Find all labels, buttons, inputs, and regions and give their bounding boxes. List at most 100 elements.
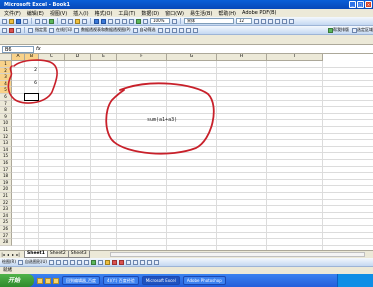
picture-icon[interactable] — [97, 259, 103, 265]
3d-icon[interactable] — [153, 259, 159, 265]
save-icon[interactable] — [16, 18, 21, 24]
menu-insert[interactable]: 插入(I) — [73, 10, 88, 17]
pdf-mail-icon[interactable] — [16, 27, 21, 33]
select-area-button[interactable]: 选定区域 — [357, 27, 373, 33]
filter-icon[interactable] — [132, 27, 138, 33]
quick-launch-icon[interactable] — [45, 277, 51, 284]
quick-launch-icon[interactable] — [37, 277, 43, 284]
arrow-style-icon[interactable] — [139, 259, 145, 265]
row-header-21[interactable]: 21 — [0, 193, 12, 200]
line-color-icon[interactable] — [111, 259, 117, 265]
menu-adobe-pdf[interactable]: Adobe PDF(B) — [242, 10, 276, 16]
row-header-3[interactable]: 3 — [0, 74, 12, 81]
column-header-f[interactable]: F — [117, 54, 167, 61]
row-header-14[interactable]: 14 — [0, 146, 12, 154]
maximize-button[interactable]: □ — [357, 1, 364, 8]
pdf-icon[interactable] — [9, 27, 14, 33]
row-header-23[interactable]: 23 — [0, 206, 12, 213]
cut-icon[interactable] — [61, 18, 66, 24]
last-sheet-icon[interactable]: ▸| — [16, 252, 20, 257]
print-preview-icon[interactable] — [42, 18, 47, 24]
column-header-g[interactable]: G — [167, 54, 217, 61]
menu-window[interactable]: 窗口(W) — [165, 10, 184, 17]
format-painter-icon[interactable] — [82, 18, 87, 24]
autosum-icon[interactable] — [115, 18, 120, 24]
horizontal-scrollbar[interactable] — [110, 252, 365, 257]
close-button[interactable]: × — [365, 1, 372, 8]
rectangle-icon[interactable] — [62, 259, 68, 265]
spelling-icon[interactable] — [49, 18, 54, 24]
font-size-select[interactable]: 12 — [236, 18, 252, 24]
row-header-22[interactable]: 22 — [0, 199, 12, 207]
menu-edit[interactable]: 编辑(E) — [27, 10, 44, 17]
zoom-select[interactable]: 100% — [150, 18, 170, 24]
toolbar-icon[interactable] — [157, 27, 163, 33]
column-header-a[interactable]: A — [12, 54, 25, 61]
task-baidu-editor[interactable]: 回到编辑器_百度 — [62, 276, 100, 285]
menu-yishenghuo[interactable]: 易生活(B) — [190, 10, 212, 17]
start-button[interactable]: 开始 — [0, 274, 34, 287]
row-header-12[interactable]: 12 — [0, 133, 12, 141]
cell-b4[interactable]: 6 — [25, 81, 37, 87]
draw-menu-button[interactable]: 绘图(R) — [2, 259, 16, 265]
row-header-17[interactable]: 17 — [0, 166, 12, 174]
pivot-icon[interactable] — [74, 27, 79, 33]
paste-icon[interactable] — [75, 18, 80, 24]
font-color-icon[interactable] — [118, 259, 124, 265]
row-header-20[interactable]: 20 — [0, 186, 12, 193]
row-header-28[interactable]: 28 — [0, 239, 12, 246]
task-excel[interactable]: Microsoft Excel — [141, 276, 180, 285]
line-icon[interactable] — [48, 259, 54, 265]
line-style-icon[interactable] — [125, 259, 131, 265]
row-header-10[interactable]: 10 — [0, 120, 12, 127]
row-header-25[interactable]: 25 — [0, 219, 12, 226]
shadow-icon[interactable] — [146, 259, 152, 265]
menu-tools[interactable]: 工具(T) — [118, 10, 135, 17]
layout-helper-button[interactable]: 帮我排版 — [333, 27, 349, 33]
column-header-c[interactable]: C — [39, 54, 65, 61]
align-left-icon[interactable] — [275, 18, 280, 24]
menu-file[interactable]: 文件(F) — [4, 10, 21, 17]
row-header-1[interactable]: 1 — [0, 61, 12, 68]
sort-asc-icon[interactable] — [122, 18, 127, 24]
row-header-26[interactable]: 26 — [0, 226, 12, 233]
clipart-icon[interactable] — [90, 259, 96, 265]
copy-icon[interactable] — [68, 18, 73, 24]
fill-color-icon[interactable] — [104, 259, 110, 265]
toolbar-icon[interactable] — [164, 27, 170, 33]
toolbar-icon[interactable] — [171, 27, 177, 33]
row-header-27[interactable]: 27 — [0, 232, 12, 240]
toolbar-icon[interactable] — [192, 27, 198, 33]
row-header-9[interactable]: 9 — [0, 113, 12, 121]
column-header-e[interactable]: E — [91, 54, 117, 61]
menu-data[interactable]: 数据(D) — [141, 10, 159, 17]
row-header-4[interactable]: 4 — [0, 80, 12, 88]
spreadsheet-grid[interactable]: A B C D E F G H I 1 2 3 4 5 6 7 8 9 10 11 12 13 14 15 16 17 18 19 20… — [0, 54, 373, 250]
minimize-button[interactable]: _ — [349, 1, 356, 8]
toolbar-icon[interactable] — [185, 27, 191, 33]
align-center-icon[interactable] — [282, 18, 287, 24]
new-icon[interactable] — [2, 18, 7, 24]
chart-wizard-icon[interactable] — [136, 18, 141, 24]
column-header-d[interactable]: D — [65, 54, 91, 61]
menu-help[interactable]: 帮助(H) — [218, 10, 236, 17]
drawing-icon[interactable] — [143, 18, 148, 24]
sort-desc-icon[interactable] — [129, 18, 134, 24]
cell-b2[interactable]: 2 — [25, 68, 37, 74]
textbox-icon[interactable] — [76, 259, 82, 265]
permission-icon[interactable] — [23, 18, 28, 24]
prev-sheet-icon[interactable]: ◂ — [6, 252, 10, 257]
row-header-6[interactable]: 6 — [0, 94, 12, 101]
quick-launch-icon[interactable] — [53, 277, 59, 284]
align-right-icon[interactable] — [289, 18, 294, 24]
tab-sheet1[interactable]: Sheet1 — [24, 251, 48, 258]
autoshapes-button[interactable]: 自选图形(U) — [25, 259, 47, 265]
select-objects-icon[interactable] — [17, 259, 23, 265]
row-header-19[interactable]: 19 — [0, 179, 12, 187]
task-photoshop[interactable]: Adobe Photoshop — [182, 276, 226, 285]
row-header-5[interactable]: 5 — [0, 87, 12, 94]
open-icon[interactable] — [9, 18, 14, 24]
row-header-7[interactable]: 7 — [0, 100, 12, 108]
first-sheet-icon[interactable]: |◂ — [1, 252, 5, 257]
italic-icon[interactable] — [261, 18, 266, 24]
